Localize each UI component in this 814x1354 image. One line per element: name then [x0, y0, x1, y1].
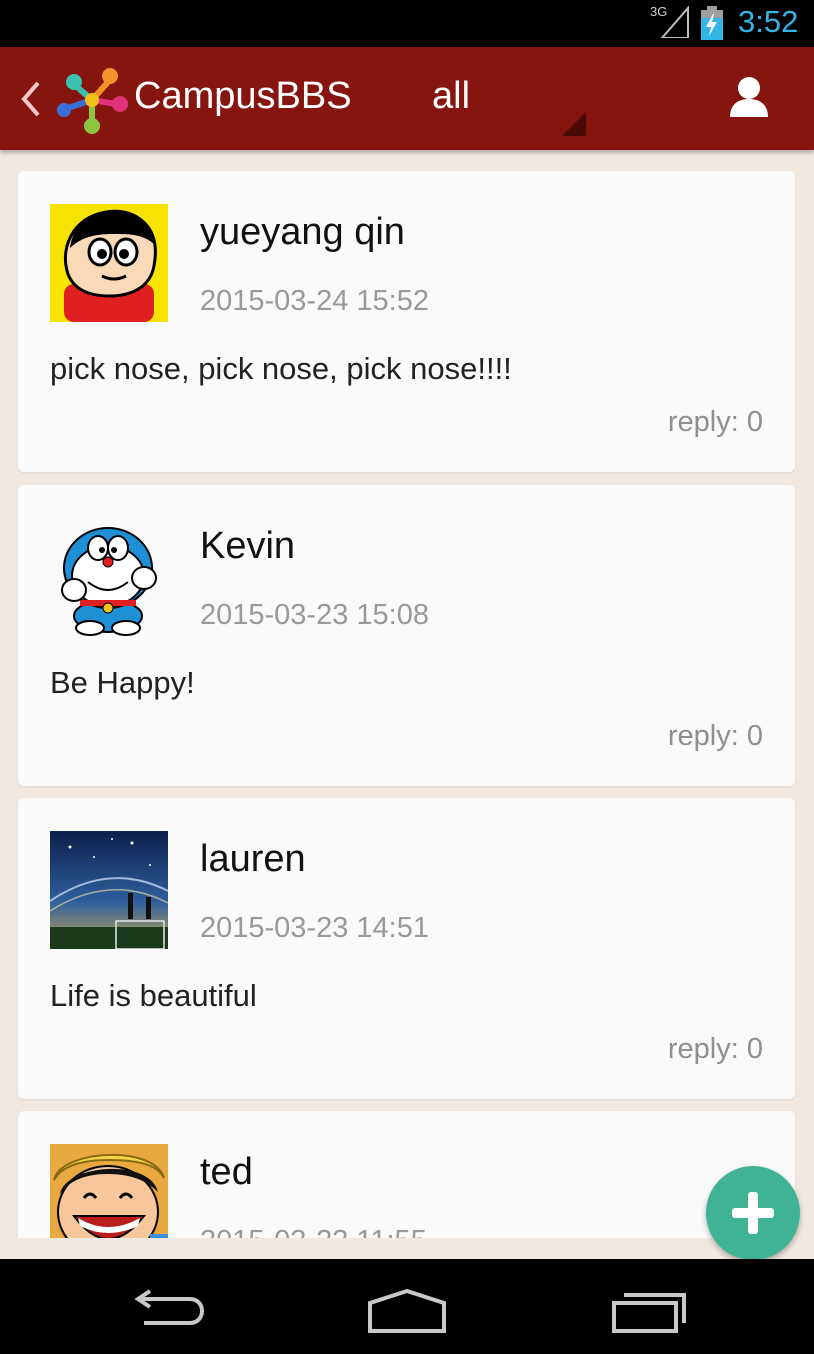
battery-charging-icon	[701, 6, 723, 40]
back-chevron-icon[interactable]	[18, 79, 44, 119]
campusbbs-logo-icon	[57, 68, 128, 134]
user-profile-icon[interactable]	[728, 75, 770, 119]
app-bar: CampusBBS all	[0, 47, 814, 150]
system-nav-bar	[0, 1259, 814, 1354]
smiling-pirate-avatar[interactable]	[50, 1144, 168, 1238]
post-date: 2015-03-24 15:52	[200, 285, 429, 317]
post-author[interactable]: lauren	[200, 838, 306, 881]
cartoon-boy-avatar[interactable]	[50, 204, 168, 322]
reply-count[interactable]: reply: 0	[668, 1033, 763, 1066]
new-post-fab[interactable]	[706, 1166, 800, 1260]
post-content: Be Happy!	[50, 665, 195, 700]
post-content: Life is beautiful	[50, 978, 257, 1013]
post-content: pick nose, pick nose, pick nose!!!!	[50, 351, 512, 386]
post-card[interactable]: Kevin 2015-03-23 15:08 Be Happy! reply: …	[18, 485, 795, 786]
back-nav-icon[interactable]	[130, 1289, 206, 1329]
post-author[interactable]: Kevin	[200, 525, 295, 568]
reply-count[interactable]: reply: 0	[668, 406, 763, 439]
post-author[interactable]: ted	[200, 1151, 253, 1194]
post-date: 2015-03-23 14:51	[200, 912, 429, 944]
post-card[interactable]: lauren 2015-03-23 14:51 Life is beautifu…	[18, 798, 795, 1099]
clock: 3:52	[738, 4, 799, 39]
post-date: 2015-03-23 11:55	[200, 1225, 427, 1238]
recents-nav-icon[interactable]	[610, 1289, 686, 1333]
category-filter[interactable]: all	[432, 75, 470, 118]
post-feed[interactable]: yueyang qin 2015-03-24 15:52 pick nose, …	[0, 150, 814, 1238]
post-card[interactable]: ted 2015-03-23 11:55	[18, 1111, 795, 1238]
post-date: 2015-03-23 15:08	[200, 599, 429, 631]
night-sky-avatar[interactable]	[50, 831, 168, 949]
app-title: CampusBBS	[134, 75, 352, 117]
home-nav-icon[interactable]	[366, 1289, 448, 1333]
status-bar: 3G 3:52	[0, 0, 814, 47]
reply-count[interactable]: reply: 0	[668, 720, 763, 753]
plus-icon	[732, 1192, 774, 1234]
post-card[interactable]: yueyang qin 2015-03-24 15:52 pick nose, …	[18, 171, 795, 472]
signal-icon	[660, 6, 689, 38]
dropdown-triangle-icon[interactable]	[562, 112, 586, 136]
post-author[interactable]: yueyang qin	[200, 211, 405, 254]
blue-robot-cat-avatar[interactable]	[50, 518, 168, 636]
